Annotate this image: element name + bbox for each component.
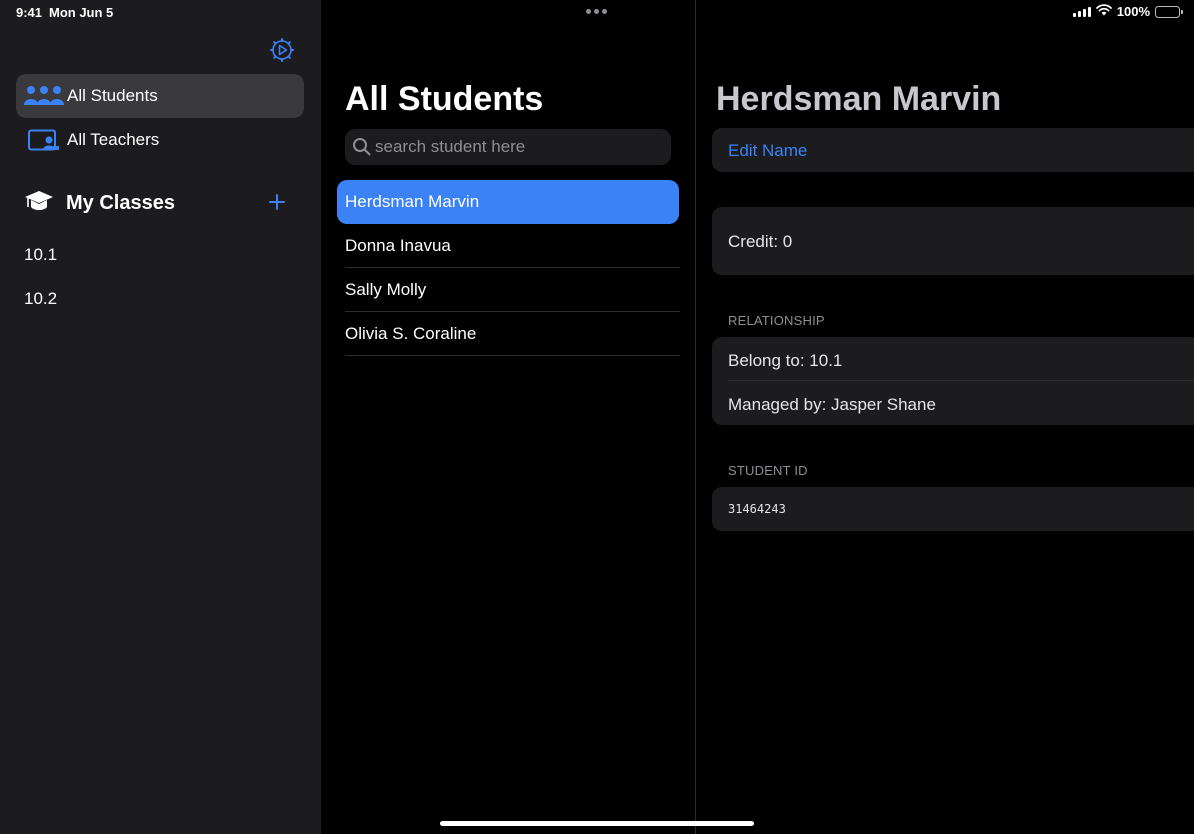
edit-name-button[interactable]: Edit Name [728,141,807,161]
student-row[interactable]: Donna Inavua [345,224,680,268]
search-bar[interactable] [345,129,671,165]
row-separator [728,380,1194,381]
multitasking-dots[interactable] [586,9,607,14]
edit-name-card: Edit Name [712,128,1194,172]
search-icon [352,137,372,157]
credit-value: Credit: 0 [728,232,793,251]
cellular-signal-icon [1072,6,1091,17]
sidebar-item-label: All Students [67,86,158,105]
student-row[interactable]: Sally Molly [345,268,680,312]
credit-card: Credit: 0 [712,207,1194,275]
detail-title: Herdsman Marvin [716,80,1002,118]
sidebar-item-label: All Teachers [67,130,160,149]
section-title: My Classes [66,191,175,214]
my-classes-header: My Classes [24,186,296,220]
sidebar: 9:41 Mon Jun 5 All Students All Teachers… [0,0,321,834]
settings-icon[interactable] [268,36,296,64]
people-icon [22,74,66,118]
status-indicators: 100% [1072,4,1183,19]
student-row[interactable]: Olivia S. Coraline [345,312,680,356]
battery-percent: 100% [1116,4,1150,19]
home-indicator[interactable] [440,821,754,826]
student-id-section-label: STUDENT ID [728,463,808,478]
search-input[interactable] [375,137,655,157]
student-id-value: 31464243 [728,502,786,516]
sidebar-item-all-students[interactable]: All Students [16,74,304,118]
relationship-card: Belong to: 10.1 Managed by: Jasper Shane [712,337,1194,425]
teacher-icon [22,118,66,162]
add-class-button[interactable] [264,188,290,216]
managed-by-row[interactable]: Managed by: Jasper Shane [728,395,936,415]
student-id-card: 31464243 [712,487,1194,531]
wifi-icon [1095,4,1112,19]
status-time: 9:41 [16,5,43,20]
class-item[interactable]: 10.2 [24,289,57,309]
battery-icon [1155,5,1183,18]
belong-to-row[interactable]: Belong to: 10.1 [728,351,842,371]
column-divider [695,0,696,834]
status-date: Mon Jun 5 [49,5,114,20]
graduation-cap-icon [24,187,54,220]
class-item[interactable]: 10.1 [24,245,57,265]
sidebar-item-all-teachers[interactable]: All Teachers [16,118,304,162]
student-row[interactable]: Herdsman Marvin [337,180,679,224]
page-title: All Students [345,80,544,118]
relationship-section-label: RELATIONSHIP [728,313,825,328]
